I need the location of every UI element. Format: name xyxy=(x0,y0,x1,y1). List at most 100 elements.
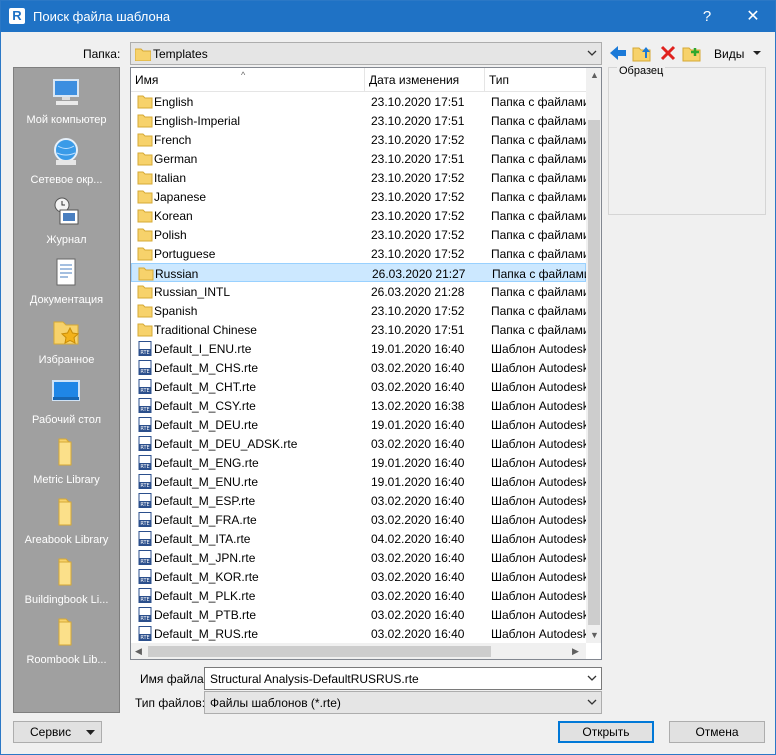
scroll-right-icon[interactable]: ▶ xyxy=(572,646,579,657)
table-row[interactable]: Polish 23.10.2020 17:52 Папка с файлами xyxy=(131,225,586,244)
file-name: Default_M_PTB.rte xyxy=(154,608,257,622)
place-item[interactable]: Журнал xyxy=(14,194,119,254)
scroll-up-icon[interactable]: ▲ xyxy=(590,70,599,80)
svg-text:RTE: RTE xyxy=(140,578,149,584)
vertical-scrollbar[interactable]: ▲ ▼ xyxy=(586,68,601,643)
file-name: Japanese xyxy=(154,190,207,204)
place-item[interactable]: Избранное xyxy=(14,314,119,374)
table-row[interactable]: German 23.10.2020 17:51 Папка с файлами xyxy=(131,149,586,168)
file-type: Шаблон Autodesk xyxy=(491,627,586,641)
vertical-scroll-thumb[interactable] xyxy=(588,120,600,625)
table-row[interactable]: RTE Default_M_CHT.rte 03.02.2020 16:40 Шабл… xyxy=(131,377,586,396)
scroll-left-icon[interactable]: ◀ xyxy=(135,646,142,657)
horizontal-scroll-thumb[interactable] xyxy=(148,646,491,657)
table-row[interactable]: RTE Default_M_FRA.rte 03.02.2020 16:40 Шабл… xyxy=(131,510,586,529)
help-button[interactable]: ? xyxy=(685,1,729,32)
place-item[interactable]: Areabook Library xyxy=(14,494,119,554)
place-item[interactable]: Мой компьютер xyxy=(14,74,119,134)
table-row[interactable]: RTE Default_M_DEU_ADSK.rte 03.02.2020 16:4… xyxy=(131,434,586,453)
file-name: Default_M_JPN.rte xyxy=(154,551,256,565)
place-label: Документация xyxy=(29,294,104,306)
svg-text:RTE: RTE xyxy=(140,635,149,641)
table-row[interactable]: RTE Default_M_DEU.rte 19.01.2020 16:40 Шабл… xyxy=(131,415,586,434)
table-row[interactable]: RTE Default_M_PLK.rte 03.02.2020 16:40 Шабл… xyxy=(131,586,586,605)
table-row[interactable]: RTE Default_M_PTB.rte 03.02.2020 16:40 Шабл… xyxy=(131,605,586,624)
table-row[interactable]: RTE Default_M_CHS.rte 03.02.2020 16:40 Шабл… xyxy=(131,358,586,377)
rte-file-icon: RTE xyxy=(137,607,153,622)
horizontal-scrollbar[interactable]: ◀ ▶ xyxy=(131,643,586,659)
table-row[interactable]: RTE Default_M_ITA.rte 04.02.2020 16:40 Шабл… xyxy=(131,529,586,548)
table-row[interactable]: RTE Default_M_KOR.rte 03.02.2020 16:40 Шабл… xyxy=(131,567,586,586)
chevron-down-icon[interactable] xyxy=(587,673,597,683)
table-row[interactable]: RTE Default_M_CSY.rte 13.02.2020 16:38 Шабл… xyxy=(131,396,586,415)
cancel-button[interactable]: Отмена xyxy=(669,721,765,743)
title-bar[interactable]: R Поиск файла шаблона ? ✕ xyxy=(1,1,775,32)
back-arrow-icon[interactable] xyxy=(608,44,628,62)
service-dropdown-icon xyxy=(86,730,95,735)
lookin-combo[interactable]: Templates xyxy=(130,42,602,65)
file-date: 19.01.2020 16:40 xyxy=(371,456,465,470)
open-button[interactable]: Открыть xyxy=(558,721,654,743)
rte-file-icon: RTE xyxy=(137,398,153,413)
place-label: Рабочий стол xyxy=(31,414,102,426)
file-date: 04.02.2020 16:40 xyxy=(371,532,465,546)
place-item[interactable]: Metric Library xyxy=(14,434,119,494)
window-title: Поиск файла шаблона xyxy=(33,9,171,24)
filename-field[interactable]: Structural Analysis-DefaultRUSRUS.rte xyxy=(204,667,602,690)
delete-icon[interactable] xyxy=(658,44,678,62)
folder-icon xyxy=(137,246,153,261)
up-folder-icon[interactable] xyxy=(632,44,652,62)
table-row[interactable]: RTE Default_M_ENG.rte 19.01.2020 16:40 Шабл… xyxy=(131,453,586,472)
favorites-icon xyxy=(50,316,82,348)
file-name: Portuguese xyxy=(154,247,216,261)
new-folder-icon[interactable] xyxy=(682,44,702,62)
table-row[interactable]: Korean 23.10.2020 17:52 Папка с файлами xyxy=(131,206,586,225)
file-name: Polish xyxy=(154,228,187,242)
svg-text:RTE: RTE xyxy=(140,426,149,432)
place-item[interactable]: Сетевое окр... xyxy=(14,134,119,194)
table-row[interactable]: RTE Default_M_ESP.rte 03.02.2020 16:40 Шабл… xyxy=(131,491,586,510)
table-row[interactable]: Traditional Chinese 23.10.2020 17:51 Папка… xyxy=(131,320,586,339)
place-item[interactable]: Рабочий стол xyxy=(14,374,119,434)
file-date: 03.02.2020 16:40 xyxy=(371,494,465,508)
file-date: 23.10.2020 17:51 xyxy=(371,114,465,128)
file-type: Шаблон Autodesk xyxy=(491,608,586,622)
views-button[interactable]: Виды xyxy=(714,47,744,61)
table-row[interactable]: English 23.10.2020 17:51 Папка с файлами xyxy=(131,92,586,111)
table-row[interactable]: Russian_INTL 26.03.2020 21:28 Папка с файл… xyxy=(131,282,586,301)
file-name: Russian_INTL xyxy=(154,285,231,299)
svg-text:RTE: RTE xyxy=(140,464,149,470)
place-item[interactable]: Roombook Lib... xyxy=(14,614,119,674)
service-button[interactable]: Сервис xyxy=(13,721,102,743)
table-row[interactable]: Russian 26.03.2020 21:27 Папка с файлами xyxy=(131,263,587,282)
table-row[interactable]: RTE Default_M_ENU.rte 19.01.2020 16:40 Шабл… xyxy=(131,472,586,491)
column-type[interactable]: Тип xyxy=(485,68,586,92)
file-name: Default_M_CHS.rte xyxy=(154,361,259,375)
rte-file-icon: RTE xyxy=(137,379,153,394)
revit-logo-icon: R xyxy=(9,8,25,24)
table-row[interactable]: Japanese 23.10.2020 17:52 Папка с файлами xyxy=(131,187,586,206)
file-type: Папка с файлами xyxy=(492,267,587,281)
table-row[interactable]: French 23.10.2020 17:52 Папка с файлами xyxy=(131,130,586,149)
file-date: 26.03.2020 21:28 xyxy=(371,285,465,299)
filename-label: Имя файла: xyxy=(140,672,207,686)
place-item[interactable]: Документация xyxy=(14,254,119,314)
table-row[interactable]: RTE Default_I_ENU.rte 19.01.2020 16:40 Шабл… xyxy=(131,339,586,358)
scroll-down-icon[interactable]: ▼ xyxy=(590,630,599,640)
table-row[interactable]: English-Imperial 23.10.2020 17:51 Папка с … xyxy=(131,111,586,130)
views-dropdown-icon[interactable] xyxy=(752,49,762,57)
folder-icon xyxy=(137,94,153,109)
file-type: Шаблон Autodesk xyxy=(491,532,586,546)
close-button[interactable]: ✕ xyxy=(731,1,775,32)
column-date[interactable]: Дата изменения xyxy=(365,68,485,92)
table-row[interactable]: RTE Default_M_JPN.rte 03.02.2020 16:40 Шабл… xyxy=(131,548,586,567)
filetype-combo[interactable]: Файлы шаблонов (*.rte) xyxy=(204,691,602,714)
place-item[interactable]: Buildingbook Li... xyxy=(14,554,119,614)
table-row[interactable]: Portuguese 23.10.2020 17:52 Папка с файлам… xyxy=(131,244,586,263)
column-name[interactable]: Имя ^ xyxy=(131,68,365,92)
table-row[interactable]: RTE Default_M_RUS.rte 03.02.2020 16:40 Шабл… xyxy=(131,624,586,643)
table-row[interactable]: Italian 23.10.2020 17:52 Папка с файлами xyxy=(131,168,586,187)
table-row[interactable]: Spanish 23.10.2020 17:52 Папка с файлами xyxy=(131,301,586,320)
file-list[interactable]: Имя ^ Дата изменения Тип English 23.10.20… xyxy=(130,67,602,660)
file-type: Папка с файлами xyxy=(491,304,586,318)
